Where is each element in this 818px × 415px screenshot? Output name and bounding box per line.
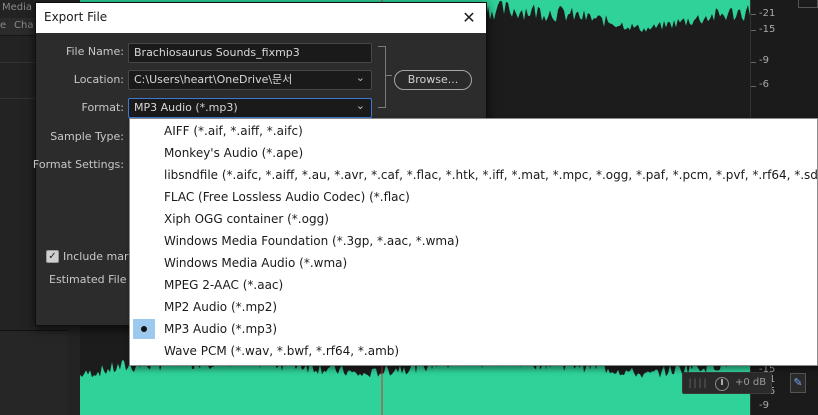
ruler-label: -15 xyxy=(759,24,776,35)
format-option-label: libsndfile (*.aifc, *.aiff, *.au, *.avr,… xyxy=(164,168,818,182)
format-option[interactable]: AIFF (*.aif, *.aiff, *.aifc) xyxy=(130,120,817,142)
radio-empty-icon xyxy=(133,143,155,163)
format-label: Format: xyxy=(81,101,124,114)
format-option[interactable]: MPEG 2-AAC (*.aac) xyxy=(130,274,817,296)
field-group-bracket-tick xyxy=(386,75,392,76)
ruler-tick xyxy=(751,86,756,87)
volume-control[interactable]: |||| +0 dB xyxy=(682,372,772,394)
estimated-file-size-label: Estimated File Si xyxy=(49,273,141,286)
radio-empty-icon xyxy=(133,231,155,251)
ruler-label: -6 xyxy=(759,79,769,90)
radio-empty-icon xyxy=(133,165,155,185)
level-bars-icon: |||| xyxy=(687,378,708,389)
sample-type-label: Sample Type: xyxy=(50,130,124,143)
radio-empty-icon xyxy=(133,253,155,273)
radio-empty-icon xyxy=(133,209,155,229)
format-settings-label: Format Settings: xyxy=(32,158,124,171)
radio-selected-icon xyxy=(133,319,155,339)
ruler-label: -21 xyxy=(759,8,776,19)
ruler-label: -9 xyxy=(759,400,769,411)
location-select[interactable]: C:\Users\heart\OneDrive\문서 ⌄ xyxy=(128,70,372,90)
format-option[interactable]: MP2 Audio (*.mp2) xyxy=(130,296,817,318)
ruler-tick xyxy=(751,62,756,63)
format-option-label: AIFF (*.aif, *.aiff, *.aifc) xyxy=(164,124,303,138)
radio-empty-icon xyxy=(133,121,155,141)
file-name-input[interactable]: Brachiosaurus Sounds_fixmp3 xyxy=(128,43,372,63)
close-icon[interactable]: ✕ xyxy=(458,7,480,29)
ruler-tick xyxy=(751,14,756,15)
dialog-title: Export File xyxy=(44,10,108,24)
format-option[interactable]: Monkey's Audio (*.ape) xyxy=(130,142,817,164)
format-option-label: Monkey's Audio (*.ape) xyxy=(164,146,304,160)
format-option[interactable]: FLAC (Free Lossless Audio Codec) (*.flac… xyxy=(130,186,817,208)
ruler-label: -9 xyxy=(759,55,769,66)
location-value: C:\Users\heart\OneDrive\문서 xyxy=(134,73,293,86)
dialog-titlebar[interactable]: Export File ✕ xyxy=(36,3,486,33)
format-value: MP3 Audio (*.mp3) xyxy=(134,101,238,114)
format-dropdown-list: AIFF (*.aif, *.aiff, *.aifc) Monkey's Aud… xyxy=(129,118,818,366)
app-window: Media e Cha -21 -15 -9 -6 -15 -21 -15 -9… xyxy=(0,0,818,415)
radio-empty-icon xyxy=(133,297,155,317)
file-name-label: File Name: xyxy=(65,45,124,58)
format-option[interactable]: Wave PCM (*.wav, *.bwf, *.rf64, *.amb) xyxy=(130,340,817,362)
format-option-label: MPEG 2-AAC (*.aac) xyxy=(164,278,284,292)
format-option-label: MP3 Audio (*.mp3) xyxy=(164,322,278,336)
location-label: Location: xyxy=(73,73,124,86)
tab-partial-cha[interactable]: Cha xyxy=(14,20,33,34)
format-option-label: Windows Media Audio (*.wma) xyxy=(164,256,348,270)
radio-empty-icon xyxy=(133,187,155,207)
format-option-label: Xiph OGG container (*.ogg) xyxy=(164,212,329,226)
include-markers-checkbox[interactable]: ✓ xyxy=(46,250,59,263)
format-option-label: FLAC (Free Lossless Audio Codec) (*.flac… xyxy=(164,190,410,204)
pencil-icon[interactable]: ✎ xyxy=(790,373,806,393)
chevron-down-icon: ⌄ xyxy=(355,71,365,84)
format-option[interactable]: Windows Media Audio (*.wma) xyxy=(130,252,817,274)
lower-panel xyxy=(0,330,68,415)
format-option-label: Windows Media Foundation (*.3gp, *.aac, … xyxy=(164,234,460,248)
ruler-tick xyxy=(751,30,756,31)
radio-empty-icon xyxy=(133,275,155,295)
format-option[interactable]: Xiph OGG container (*.ogg) xyxy=(130,208,817,230)
format-option-label: MP2 Audio (*.mp2) xyxy=(164,300,278,314)
format-option[interactable]: Windows Media Foundation (*.3gp, *.aac, … xyxy=(130,230,817,252)
corner-button[interactable] xyxy=(798,0,818,8)
file-name-value: Brachiosaurus Sounds_fixmp3 xyxy=(134,46,300,59)
radio-empty-icon xyxy=(133,341,155,361)
volume-value: +0 dB xyxy=(735,377,767,388)
format-option[interactable]: MP3 Audio (*.mp3) xyxy=(130,318,817,340)
format-option[interactable]: libsndfile (*.aifc, *.aiff, *.au, *.avr,… xyxy=(130,164,818,186)
volume-knob-icon[interactable] xyxy=(715,377,729,391)
field-group-bracket xyxy=(378,46,386,108)
format-select[interactable]: MP3 Audio (*.mp3) ⌄ xyxy=(128,98,372,118)
format-option-label: Wave PCM (*.wav, *.bwf, *.rf64, *.amb) xyxy=(164,344,400,358)
chevron-down-icon: ⌄ xyxy=(355,99,365,112)
tab-partial-e[interactable]: e xyxy=(0,20,6,34)
browse-button[interactable]: Browse... xyxy=(394,70,472,90)
tab-media[interactable]: Media xyxy=(2,2,32,16)
